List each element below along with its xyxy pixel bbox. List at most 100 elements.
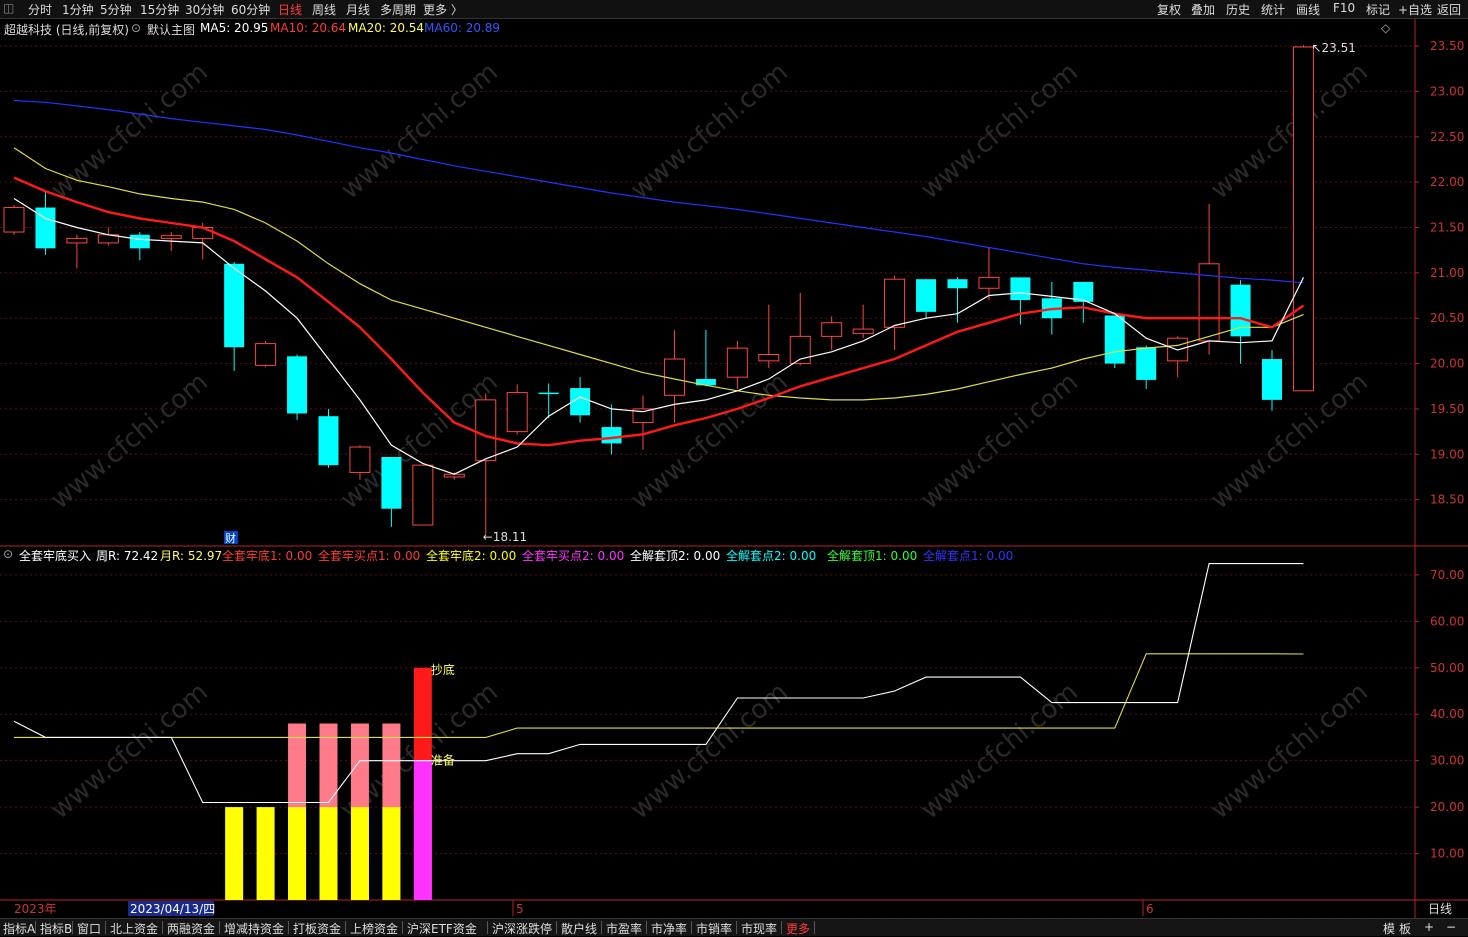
- candle-body-down: [1230, 284, 1251, 337]
- candle-body-up: [160, 235, 182, 239]
- high-label: ↖23.51: [1311, 41, 1355, 55]
- watermark-text: www.cfchi.com: [45, 367, 214, 515]
- price-tick-label: 19.00: [1430, 447, 1464, 461]
- watermark-text: www.cfchi.com: [915, 57, 1084, 205]
- week-r-value: 周R: 72.42: [96, 549, 159, 563]
- price-tick-label: 23.00: [1430, 84, 1464, 98]
- candle-body-down: [318, 416, 339, 466]
- tab-separator: [556, 921, 557, 934]
- watermark-text: www.cfchi.com: [625, 677, 794, 825]
- bottom-right-btn-3[interactable]: −: [1446, 920, 1456, 934]
- cursor-date: 2023/04/13/四: [130, 902, 215, 916]
- low-label: ←18.11: [483, 530, 527, 544]
- ma5-value: MA5: 20.95: [200, 21, 269, 35]
- bottom-tab-8[interactable]: 沪深ETF资金: [407, 920, 477, 937]
- tab-separator: [736, 921, 737, 934]
- price-tick-label: 20.00: [1430, 357, 1464, 371]
- template-name[interactable]: 默认主图: [147, 21, 195, 38]
- month-5-label: 5: [516, 902, 524, 916]
- sub-white-line: [13, 563, 1304, 804]
- candle-body-up: [726, 347, 748, 378]
- bottom-right-btn-2[interactable]: +: [1424, 920, 1434, 934]
- bottom-tab-14[interactable]: 市现率: [741, 920, 777, 937]
- sub-bar-yellow: [350, 807, 369, 900]
- bottom-tab-3[interactable]: 北上资金: [110, 920, 158, 937]
- tab-separator: [781, 921, 782, 934]
- ma10-value: MA10: 20.64: [270, 21, 347, 35]
- sub-item-6: 全解套顶1: 0.00: [827, 549, 918, 563]
- collapse-icon[interactable]: ◇: [1381, 21, 1390, 35]
- candle-body-down: [947, 279, 968, 289]
- candle-body-up: [475, 399, 497, 462]
- bottom-tab-13[interactable]: 市销率: [696, 920, 732, 937]
- sub-lines: [13, 563, 1304, 804]
- watermark: www.cfchi.com www.cfchi.com www.cfchi.com w…: [45, 57, 1374, 825]
- month-6-label: 6: [1146, 902, 1154, 916]
- tab-separator: [288, 921, 289, 934]
- candles: [3, 45, 1314, 536]
- bottom-tab-0[interactable]: 指标A: [3, 920, 35, 937]
- kline-chart[interactable]: www.cfchi.com www.cfchi.com www.cfchi.com w…: [0, 0, 1468, 918]
- sub-bar-yellow: [382, 807, 401, 900]
- watermark-text: www.cfchi.com: [1205, 367, 1374, 515]
- sub-tick-label: 20.00: [1430, 800, 1464, 814]
- bottom-tab-4[interactable]: 两融资金: [167, 920, 215, 937]
- tab-separator: [814, 921, 815, 934]
- sub-tick-label: 70.00: [1430, 568, 1464, 582]
- sub-item-2: 全套牢底2: 0.00: [426, 549, 517, 563]
- tab-separator: [646, 921, 647, 934]
- sub-item-5: 全解套点2: 0.00: [726, 549, 817, 563]
- chaodi-label: 抄底: [431, 662, 455, 677]
- candle-body-down: [1136, 347, 1157, 380]
- sub-bar-yellow: [256, 807, 275, 900]
- watermark-text: www.cfchi.com: [625, 57, 794, 205]
- tab-separator: [72, 921, 73, 934]
- bottom-tab-10[interactable]: 散户线: [561, 920, 597, 937]
- watermark-text: www.cfchi.com: [1205, 57, 1374, 205]
- sub-item-7: 全解套点1: 0.00: [923, 549, 1014, 563]
- bottom-tab-2[interactable]: 窗口: [77, 920, 101, 937]
- watermark-text: www.cfchi.com: [45, 57, 214, 205]
- sub-item-0: 全套牢底1: 0.00: [222, 549, 313, 563]
- price-tick-label: 21.00: [1430, 266, 1464, 280]
- watermark-text: www.cfchi.com: [915, 677, 1084, 825]
- candle-body-up: [978, 276, 1000, 289]
- tab-separator: [601, 921, 602, 934]
- bottom-tab-6[interactable]: 打板资金: [293, 920, 341, 937]
- sub-tick-label: 50.00: [1430, 661, 1464, 675]
- bottom-tab-12[interactable]: 市净率: [651, 920, 687, 937]
- candle-body-down: [916, 279, 937, 312]
- price-tick-label: 22.00: [1430, 175, 1464, 189]
- tab-separator: [162, 921, 163, 934]
- bottom-tab-1[interactable]: 指标B: [40, 920, 72, 937]
- sub-toggle-icon[interactable]: ⊙: [3, 547, 13, 561]
- stock-title[interactable]: 超越科技 (日线,前复权): [4, 21, 129, 38]
- candle-body-down: [1104, 315, 1125, 364]
- indicator-name[interactable]: 全套牢底买入: [19, 547, 91, 564]
- tab-separator: [487, 921, 488, 934]
- main-chart-header: 超越科技 (日线,前复权) ⊙ 默认主图 MA5: 20.95 MA10: 20…: [0, 19, 1415, 37]
- sub-tick-label: 30.00: [1430, 754, 1464, 768]
- candle-body-up: [852, 328, 874, 335]
- candle-body-down: [381, 457, 402, 509]
- sub-bar-magenta: [413, 760, 432, 900]
- bottom-tab-15[interactable]: 更多: [786, 920, 810, 937]
- sub-tick-label: 40.00: [1430, 707, 1464, 721]
- bottom-right-btn-1[interactable]: 板: [1399, 920, 1411, 937]
- candle-body-up: [1292, 46, 1314, 392]
- bottom-tab-11[interactable]: 市盈率: [606, 920, 642, 937]
- price-tick-label: 19.50: [1430, 402, 1464, 416]
- template-toggle-icon[interactable]: ⊙: [131, 21, 141, 35]
- bottom-tab-7[interactable]: 上榜资金: [350, 920, 398, 937]
- candle-body-up: [884, 278, 906, 328]
- tab-separator: [105, 921, 106, 934]
- year-label: 2023年: [14, 902, 57, 916]
- zhunbei-label: 准备: [431, 754, 455, 768]
- bottom-tab-5[interactable]: 增减持资金: [224, 920, 284, 937]
- candle-body-down: [224, 263, 245, 348]
- bottom-tab-9[interactable]: 沪深涨跌停: [492, 920, 552, 937]
- bottom-right-btn-0[interactable]: 模: [1383, 920, 1395, 937]
- tab-separator: [35, 921, 36, 934]
- candle-body-up: [255, 343, 277, 366]
- candle-body-down: [601, 427, 622, 444]
